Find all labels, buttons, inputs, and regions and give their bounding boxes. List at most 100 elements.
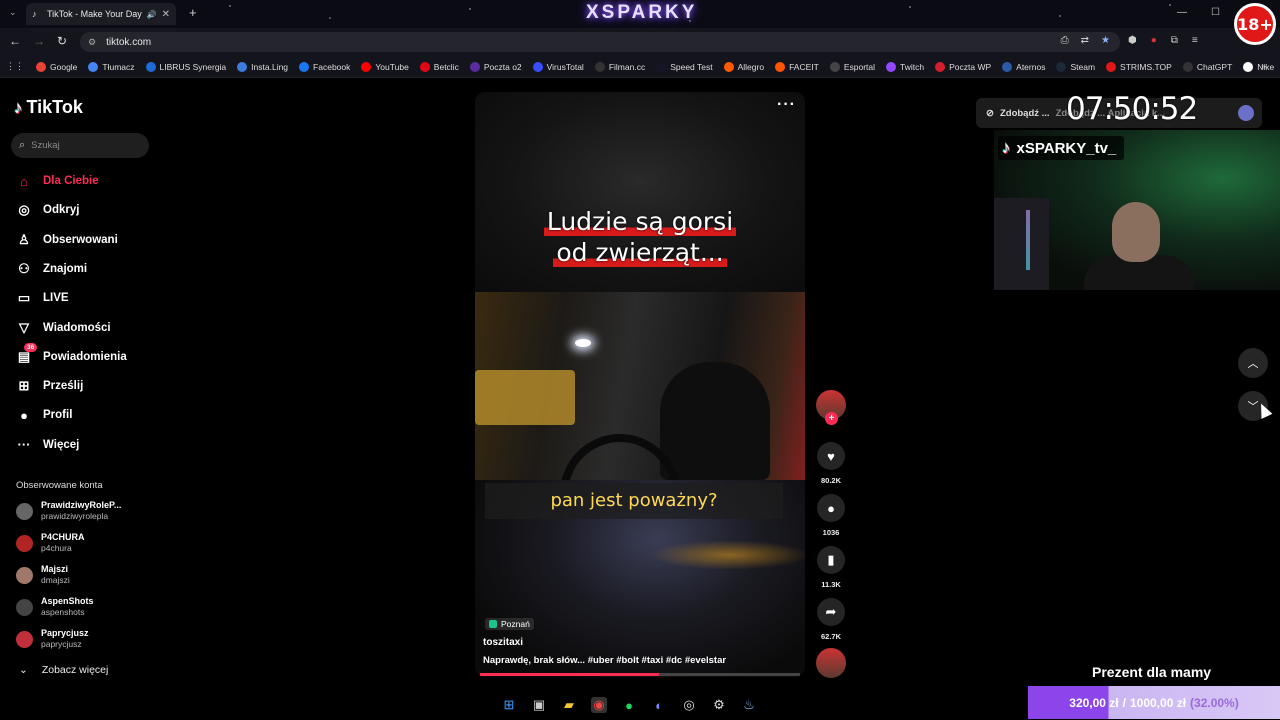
steelseries-icon[interactable]: ⚙ [711,697,727,713]
file-explorer-icon[interactable]: ▰ [561,697,577,713]
share-button[interactable]: ➦ 62.7K [816,598,846,641]
address-bar[interactable]: ⚙ tiktok.com ⎙ ⇄ ★ [80,32,1120,52]
browser-tab-tiktok[interactable]: ♪ TikTok - Make Your Day 🔊 ✕ [26,3,176,25]
bookmark-item[interactable]: Poczta WP [935,61,991,72]
bookmark-item[interactable]: STRIMS.TOP [1106,61,1172,72]
previous-video-button[interactable]: ︿ [1238,348,1268,378]
tab-search-icon[interactable]: ⌄ [9,7,17,18]
bookmark-favicon-icon [469,61,480,72]
followed-account[interactable]: P4CHURA p4chura [16,532,85,554]
sidebar-item-label: Prześlij [43,380,84,393]
bookmark-label: Twitch [900,61,925,72]
reading-list-icon[interactable]: ≡ [1192,35,1198,46]
sidebar-item-dla-ciebie[interactable]: ⌂ Dla Ciebie [16,173,99,189]
sidebar-item-profil[interactable]: ● Profil [16,407,72,423]
video-progress-bar[interactable] [480,673,800,676]
chrome-icon[interactable]: ◉ [591,697,607,713]
followed-account[interactable]: Majszi dmajszi [16,564,70,586]
sidebar-item-obserwowani[interactable]: ♙ Obserwowani [16,232,118,248]
bookmark-item[interactable]: Allegro [723,61,764,72]
windows-start-icon[interactable]: ⊞ [501,697,517,713]
spotify-icon[interactable]: ● [621,697,637,713]
bookmark-item[interactable]: Nike [1243,61,1274,72]
sidebar-item-odkryj[interactable]: ◎ Odkryj [16,202,79,218]
bookmark-item[interactable]: Google [36,61,77,72]
extension-shield-icon[interactable]: ⬢ [1128,35,1137,46]
extension-opera-icon[interactable]: ● [1151,35,1157,46]
sidebar-item-wiadomo-ci[interactable]: ▽ Wiadomości [16,320,111,336]
video-player[interactable]: Ludzie są gorsi od zwierząt... pan jest … [475,92,805,677]
bookmark-star-icon[interactable]: ★ [1101,35,1110,46]
bookmark-item[interactable]: Speed Test [656,61,713,72]
screen: ⌄ ♪ TikTok - Make Your Day 🔊 ✕ + XSPARKY… [0,0,1280,720]
comment-count: 1036 [822,528,840,537]
location-pin-icon [489,620,497,628]
save-button[interactable]: ▮ 11.3K [816,546,846,589]
follow-plus-icon[interactable]: + [825,412,838,425]
site-info-icon[interactable]: ⚙ [88,37,96,48]
search-input[interactable]: ⌕ Szukaj [11,133,149,158]
tab-audio-icon[interactable]: 🔊 [147,10,157,19]
bookmark-item[interactable]: VirusTotal [532,61,584,72]
minimize-icon[interactable]: — [1177,7,1187,18]
sidebar-item-prze-lij[interactable]: ⊞ Prześlij [16,378,84,394]
bookmark-item[interactable]: Poczta o2 [469,61,522,72]
steam-icon[interactable]: ♨ [741,697,757,713]
sidebar-item-znajomi[interactable]: ⚇ Znajomi [16,261,87,277]
see-more-button[interactable]: ⌄ Zobacz więcej [19,664,108,676]
windows-taskbar: ⊞ ▣ ▰ ◉ ● ◐ ◎ ⚙ ♨ [0,690,1028,720]
apps-grid-icon[interactable]: ⋮⋮ [6,61,24,72]
task-view-icon[interactable]: ▣ [531,697,547,713]
bookmark-item[interactable]: Facebook [299,61,351,72]
obs-icon[interactable]: ◎ [681,697,697,713]
bookmark-item[interactable]: Steam [1056,61,1095,72]
tiktok-logo[interactable]: ♪ TikTok [14,97,83,118]
video-author[interactable]: toszitaxi [483,637,523,648]
new-tab-button[interactable]: + [189,5,197,20]
bookmark-label: Facebook [313,61,351,72]
bookmark-icon: ▮ [817,546,845,574]
bookmark-item[interactable]: Aternos [1002,61,1046,72]
maximize-icon[interactable]: ☐ [1211,7,1220,18]
bookmark-item[interactable]: Filman.cc [594,61,645,72]
bookmark-item[interactable]: ChatGPT [1182,61,1232,72]
bookmark-item[interactable]: Tłumacz [88,61,135,72]
bookmarks-overflow-icon[interactable]: » [1261,61,1266,71]
search-icon: ⌕ [19,139,26,151]
bookmark-item[interactable]: YouTube [361,61,409,72]
video-caption-top: Ludzie są gorsi od zwierząt... [475,206,805,268]
translate-icon[interactable]: ⇄ [1081,35,1089,46]
account-text: PrawidziwyRoleP... prawidziwyrolepla [41,500,121,522]
sidebar-item-wi-cej[interactable]: ··· Więcej [16,437,80,453]
pc-case-shape [994,198,1049,290]
bookmark-item[interactable]: Esportal [829,61,875,72]
video-more-options-icon[interactable]: ··· [777,96,796,114]
author-avatar-button[interactable]: + [816,390,846,425]
like-button[interactable]: ♥ 80.2K [816,442,846,485]
bookmark-item[interactable]: LIBRUS Synergia [145,61,226,72]
location-tag[interactable]: Poznań [485,618,534,630]
notification-count-badge: 36 [24,342,38,352]
followed-account[interactable]: PrawidziwyRoleP... prawidziwyrolepla [16,500,121,522]
bookmark-item[interactable]: Twitch [886,61,925,72]
extensions-puzzle-icon[interactable]: ⧉ [1171,35,1178,46]
bookmark-item[interactable]: Insta.Ling [237,61,288,72]
install-app-icon[interactable]: ⎙ [1061,35,1069,46]
heart-icon: ♥ [817,442,845,470]
forward-arrow-icon[interactable]: → [33,34,45,48]
sound-avatar-button[interactable] [816,648,846,678]
url-text[interactable]: tiktok.com [106,37,151,48]
followed-account[interactable]: AspenShots aspenshots [16,596,94,618]
reload-icon[interactable]: ↻ [57,34,67,48]
globe-avatar-icon[interactable] [1238,105,1254,121]
bookmark-label: Aternos [1016,61,1046,72]
bookmark-item[interactable]: FACEIT [775,61,819,72]
sidebar-item-live[interactable]: ▭ LIVE [16,290,69,306]
bookmark-item[interactable]: Betclic [419,61,459,72]
back-arrow-icon[interactable]: ← [9,34,21,48]
followed-account[interactable]: Paprycjusz paprycjusz [16,628,89,650]
comment-button[interactable]: ● 1036 [816,494,846,537]
tab-close-icon[interactable]: ✕ [162,9,170,20]
discord-icon[interactable]: ◐ [651,697,667,713]
sidebar-item-powiadomienia[interactable]: ▤ 36 Powiadomienia [16,342,127,365]
